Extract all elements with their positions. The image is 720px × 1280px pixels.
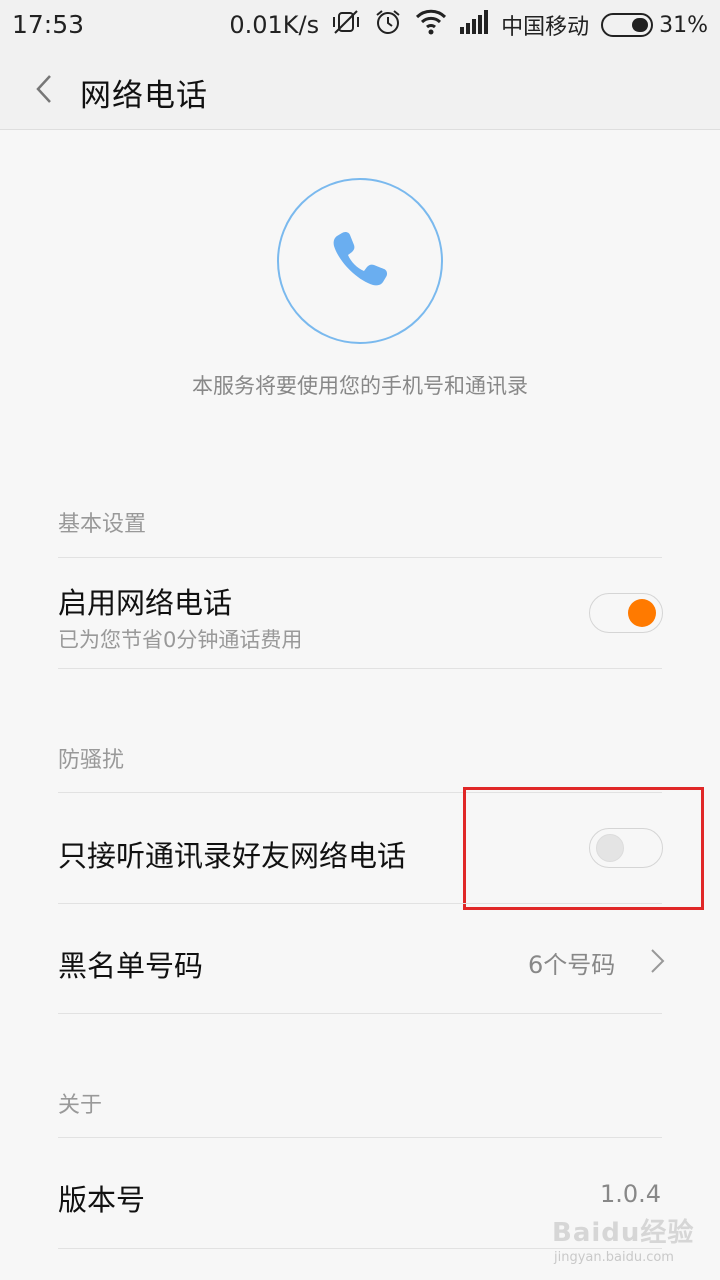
section-header-anti-harass: 防骚扰 xyxy=(58,748,125,773)
watermark-main: Baidu经验 xyxy=(552,1218,695,1248)
mute-vibrate-icon xyxy=(331,7,361,43)
service-hero: 本服务将要使用您的手机号和通讯录 xyxy=(0,130,720,430)
section-header-about: 关于 xyxy=(58,1093,103,1118)
battery-icon xyxy=(601,13,654,37)
section-header-basic: 基本设置 xyxy=(58,512,147,537)
status-right: 0.01K/s 中国移动 31% xyxy=(217,8,708,42)
divider xyxy=(58,557,662,558)
divider xyxy=(58,1137,662,1138)
version-value: 1.0.4 xyxy=(600,1180,662,1208)
alarm-icon xyxy=(373,7,403,43)
version-title: 版本号 xyxy=(58,1183,146,1217)
divider xyxy=(58,1013,662,1014)
contacts-only-title: 只接听通讯录好友网络电话 xyxy=(58,839,407,873)
blacklist-count: 6个号码 xyxy=(528,951,616,979)
chevron-right-icon xyxy=(646,948,668,974)
toggle-knob xyxy=(628,599,656,627)
enable-network-call-title: 启用网络电话 xyxy=(58,586,233,620)
phone-circle xyxy=(277,178,443,344)
back-button[interactable] xyxy=(24,70,64,112)
page-title: 网络电话 xyxy=(80,78,208,114)
enable-network-call-toggle[interactable] xyxy=(589,593,663,633)
blacklist-title: 黑名单号码 xyxy=(58,949,204,983)
title-bar: 网络电话 xyxy=(0,52,720,130)
chevron-left-icon xyxy=(33,73,55,109)
baidu-watermark: Baidu经验 jingyan.baidu.com xyxy=(552,1212,712,1272)
status-bar: 17:53 0.01K/s 中国移动 31% xyxy=(0,0,720,52)
saved-fee-subtitle: 已为您节省0分钟通话费用 xyxy=(58,628,303,652)
carrier-name: 中国移动 xyxy=(501,15,590,40)
status-time: 17:53 xyxy=(12,10,85,39)
divider xyxy=(58,668,662,669)
wifi-icon xyxy=(415,8,447,42)
phone-icon xyxy=(328,227,392,295)
divider xyxy=(58,903,662,904)
signal-icon xyxy=(459,9,489,41)
network-speed: 0.01K/s xyxy=(229,11,320,39)
service-description: 本服务将要使用您的手机号和通讯录 xyxy=(192,374,528,398)
watermark-sub: jingyan.baidu.com xyxy=(554,1250,674,1265)
highlight-box xyxy=(463,787,704,910)
battery-percent: 31% xyxy=(659,12,708,38)
